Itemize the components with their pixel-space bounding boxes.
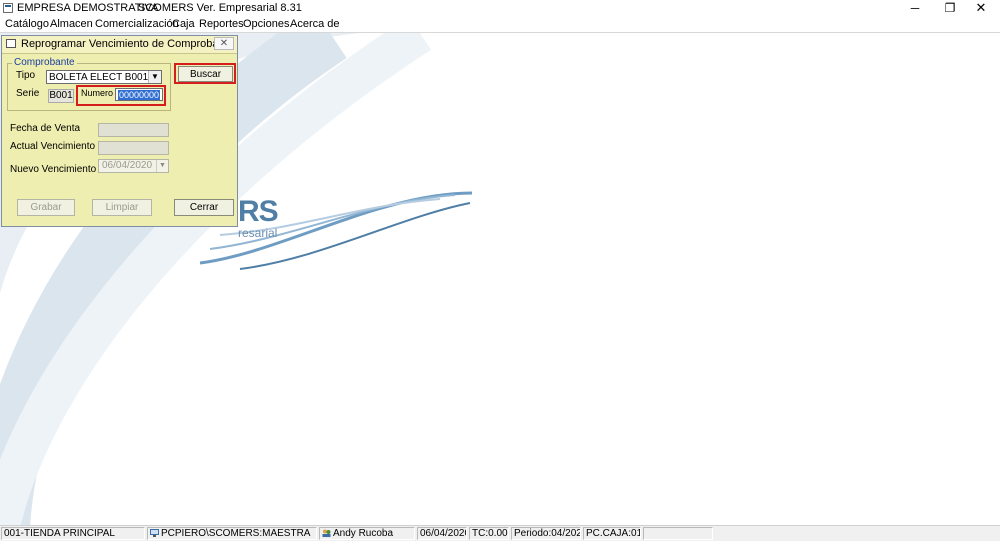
status-database-panel: PCPIERO\SCOMERS:MAESTRA — [147, 527, 317, 540]
serie-field: B001 — [48, 89, 74, 103]
grabar-button: Grabar — [17, 199, 75, 216]
comprobante-group-label: Comprobante — [12, 57, 77, 68]
menu-almacen[interactable]: Almacen — [50, 18, 93, 30]
nuevo-vencimiento-datepicker: 06/04/2020 ▼ — [98, 159, 169, 173]
tipo-label: Tipo — [16, 70, 36, 81]
menu-opciones[interactable]: Opciones — [243, 18, 289, 30]
menu-catalogo[interactable]: Catálogo — [5, 18, 49, 30]
actual-vencimiento-field — [98, 141, 169, 155]
dialog-close-button[interactable]: ✕ — [214, 37, 234, 50]
tipo-select[interactable]: BOLETA ELECT B001 ▼ — [46, 70, 162, 84]
menu-bar: Catálogo Almacen Comercialización Caja R… — [0, 17, 1000, 32]
nuevo-vencimiento-value: 06/04/2020 — [102, 160, 153, 171]
buscar-button[interactable]: Buscar — [178, 66, 233, 82]
limpiar-button: Limpiar — [92, 199, 152, 216]
tipo-select-value: BOLETA ELECT B001 — [49, 72, 149, 83]
reprogramar-vencimiento-dialog: Reprogramar Vencimiento de Comprobante ✕… — [1, 35, 238, 227]
serie-label: Serie — [16, 88, 40, 99]
window-title-product: SCOMERS Ver. Empresarial 8.31 — [138, 2, 302, 14]
minimize-button[interactable]: ─ — [900, 0, 930, 16]
menu-comercializacion[interactable]: Comercialización — [95, 18, 179, 30]
computer-icon — [150, 529, 159, 537]
status-store: 001-TIENDA PRINCIPAL — [1, 527, 145, 540]
dialog-window-icon — [6, 39, 16, 48]
status-tc: TC:0.000 — [469, 527, 509, 540]
chevron-down-icon: ▼ — [156, 160, 168, 172]
logo-text: RS — [238, 195, 279, 228]
status-user: Andy Rucoba — [333, 528, 394, 539]
status-caja: PC.CAJA:01 — [583, 527, 641, 540]
menu-acerca-de[interactable]: Acerca de — [290, 18, 340, 30]
actual-vencimiento-label: Actual Vencimiento — [10, 141, 96, 152]
fecha-venta-label: Fecha de Venta — [10, 123, 81, 134]
users-icon — [322, 529, 331, 537]
nuevo-vencimiento-label: Nuevo Vencimiento — [10, 164, 97, 175]
numero-input-value: 00000000 — [118, 90, 161, 100]
status-database: PCPIERO\SCOMERS:MAESTRA — [161, 528, 311, 539]
app-icon — [3, 3, 13, 13]
fecha-venta-field — [98, 123, 169, 137]
status-empty-panel — [643, 527, 713, 540]
numero-label: Numero — [81, 88, 114, 98]
status-period: Periodo:04/2020 — [511, 527, 581, 540]
logo-subtitle: resarial — [238, 226, 278, 240]
numero-input[interactable]: 00000000 — [115, 88, 163, 101]
dialog-title-bar[interactable]: Reprogramar Vencimiento de Comprobante ✕ — [2, 36, 237, 54]
title-bar: EMPRESA DEMOSTRATIVA SCOMERS Ver. Empres… — [0, 0, 1000, 17]
dialog-title: Reprogramar Vencimiento de Comprobante — [21, 38, 234, 50]
menu-caja[interactable]: Caja — [172, 18, 195, 30]
status-user-panel: Andy Rucoba — [319, 527, 415, 540]
status-date: 06/04/2020 — [417, 527, 467, 540]
menu-reportes[interactable]: Reportes — [199, 18, 244, 30]
close-button[interactable]: ✕ — [966, 0, 996, 16]
cerrar-button[interactable]: Cerrar — [174, 199, 234, 216]
restore-button[interactable]: ❐ — [935, 0, 965, 16]
chevron-down-icon[interactable]: ▼ — [148, 71, 161, 83]
status-bar: 001-TIENDA PRINCIPAL PCPIERO\SCOMERS:MAE… — [0, 525, 1000, 541]
